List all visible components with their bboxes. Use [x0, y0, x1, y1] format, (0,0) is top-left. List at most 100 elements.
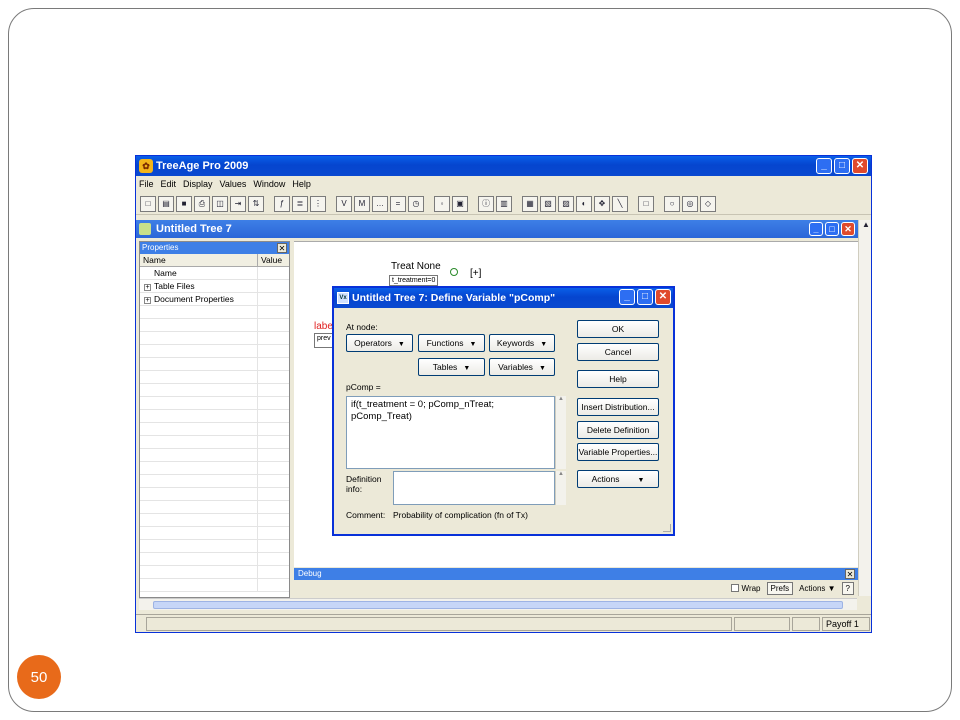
col-value[interactable]: Value [258, 254, 282, 266]
export-icon[interactable]: ⇥ [230, 195, 246, 212]
ok-button[interactable]: OK [577, 320, 659, 338]
menu-display[interactable]: Display [183, 179, 213, 189]
wrap-checkbox[interactable]: Wrap [730, 584, 761, 593]
info-icon[interactable]: ⓘ [478, 195, 494, 212]
formula-textarea[interactable]: if(t_treatment = 0; pComp_nTreat; pComp_… [346, 396, 555, 469]
tree-maximize-button[interactable]: □ [825, 222, 839, 236]
variables-button[interactable]: Variables ▼ [489, 358, 555, 376]
dialog-minimize-button[interactable]: _ [619, 289, 635, 305]
definition-info-textarea[interactable] [393, 471, 555, 505]
node-icon[interactable]: ◦ [434, 195, 450, 212]
square-icon[interactable]: □ [638, 195, 654, 212]
dialog-maximize-button[interactable]: □ [637, 289, 653, 305]
node-label-treat-none[interactable]: Treat None [391, 261, 441, 272]
menu-window[interactable]: Window [253, 179, 285, 189]
line-icon[interactable]: ╲ [612, 195, 628, 212]
dialog-icon: Vx [337, 292, 349, 304]
operators-button[interactable]: Operators ▼ [346, 334, 413, 352]
expand-plus-icon[interactable]: + [144, 297, 151, 304]
tornado-icon[interactable]: ▨ [558, 195, 574, 212]
delete-definition-button[interactable]: Delete Definition [577, 421, 659, 439]
sort-icon[interactable]: ⇅ [248, 195, 264, 212]
new-icon[interactable]: □ [140, 195, 156, 212]
move-icon[interactable]: ✥ [594, 195, 610, 212]
treeage-app-icon: ✿ [139, 159, 153, 173]
vertical-scrollbar[interactable]: ▲ [858, 220, 871, 596]
tree-icon[interactable]: ≣ [292, 195, 308, 212]
menu-values[interactable]: Values [220, 179, 247, 189]
variable-define-icon[interactable]: V [336, 195, 352, 212]
formula-icon[interactable]: ƒ [274, 195, 290, 212]
table-row [140, 579, 289, 592]
debug-close-icon[interactable]: ✕ [845, 569, 855, 579]
debug-help-button[interactable]: ? [841, 581, 854, 595]
report-icon[interactable]: ▣ [452, 195, 468, 212]
menu-bar: File Edit Display Values Window Help [136, 176, 871, 192]
tree-close-button[interactable]: ✕ [841, 222, 855, 236]
circle-icon[interactable]: ○ [664, 195, 680, 212]
scroll-thumb[interactable] [153, 601, 843, 609]
tree-minimize-button[interactable]: _ [809, 222, 823, 236]
variables-icon[interactable]: ⋮ [310, 195, 326, 212]
chart-icon[interactable]: ▥ [496, 195, 512, 212]
definition-scrollbar[interactable]: ▲ [555, 471, 566, 505]
properties-close-icon[interactable]: ✕ [277, 243, 287, 253]
expand-plus-icon[interactable]: + [144, 284, 151, 291]
node-probability-box[interactable]: t_treatment=0 [389, 275, 439, 286]
open-icon[interactable]: ▤ [158, 195, 174, 212]
dialog-title-bar[interactable]: Vx Untitled Tree 7: Define Variable "pCo… [334, 288, 673, 308]
cancel-button[interactable]: Cancel [577, 343, 659, 361]
resize-grip-icon[interactable] [663, 524, 671, 532]
menu-edit[interactable]: Edit [161, 179, 177, 189]
minimize-button[interactable]: _ [816, 158, 832, 174]
insert-distribution-button[interactable]: Insert Distribution... [577, 398, 659, 416]
status-cell [792, 617, 820, 631]
table-row [140, 384, 289, 397]
variable-properties-button[interactable]: Variable Properties... [577, 443, 659, 461]
tree-window-title: Untitled Tree 7 [156, 223, 232, 235]
equals-icon[interactable]: = [390, 195, 406, 212]
close-button[interactable]: ✕ [852, 158, 868, 174]
clock-icon[interactable]: ◷ [408, 195, 424, 212]
list-item[interactable]: + Document Properties [140, 293, 289, 306]
sensitivity-2way-icon[interactable]: ▧ [540, 195, 556, 212]
app-title-bar[interactable]: ✿ TreeAge Pro 2009 _ □ ✕ [136, 156, 871, 176]
scroll-up-icon[interactable]: ▲ [859, 220, 871, 229]
table-row [140, 436, 289, 449]
help-button[interactable]: Help [577, 370, 659, 388]
list-item[interactable]: Name [140, 267, 289, 280]
prev-box[interactable]: prev [314, 333, 334, 348]
tree-window-title-bar[interactable]: Untitled Tree 7 _ □ ✕ [136, 220, 858, 238]
col-name[interactable]: Name [140, 254, 258, 266]
print-preview-icon[interactable]: ◫ [212, 195, 228, 212]
sensitivity-icon[interactable]: ▦ [522, 195, 538, 212]
markov-icon[interactable]: M [354, 195, 370, 212]
chance-node-icon[interactable] [450, 268, 458, 276]
keywords-button[interactable]: Keywords ▼ [489, 334, 555, 352]
prefs-button[interactable]: Prefs [766, 581, 794, 595]
dialog-title: Untitled Tree 7: Define Variable "pComp" [352, 292, 556, 304]
tables-button[interactable]: Tables ▼ [418, 358, 485, 376]
chance-node-icon[interactable]: ◎ [682, 195, 698, 212]
cost-effectiveness-icon[interactable]: ◐ [576, 195, 592, 212]
print-icon[interactable]: ⎙ [194, 195, 210, 212]
tree-doc-icon [139, 223, 151, 235]
horizontal-scrollbar[interactable] [139, 598, 857, 610]
node-collapse-marker[interactable]: [+] [470, 268, 481, 279]
diamond-icon[interactable]: ◇ [700, 195, 716, 212]
list-item[interactable]: + Table Files [140, 280, 289, 293]
menu-help[interactable]: Help [292, 179, 311, 189]
at-node-label: At node: [346, 322, 378, 332]
table-row [140, 462, 289, 475]
dots-icon[interactable]: … [372, 195, 388, 212]
debug-actions-button[interactable]: Actions ▼ [799, 584, 835, 593]
menu-file[interactable]: File [139, 179, 154, 189]
actions-button[interactable]: Actions ▼ [577, 470, 659, 488]
functions-button[interactable]: Functions ▼ [418, 334, 485, 352]
maximize-button[interactable]: □ [834, 158, 850, 174]
save-icon[interactable]: ■ [176, 195, 192, 212]
properties-panel: Properties ✕ Name Value Name + Table File… [139, 241, 290, 598]
formula-scrollbar[interactable]: ▲ [555, 396, 566, 469]
properties-title: Properties [142, 243, 179, 252]
dialog-close-button[interactable]: ✕ [655, 289, 671, 305]
